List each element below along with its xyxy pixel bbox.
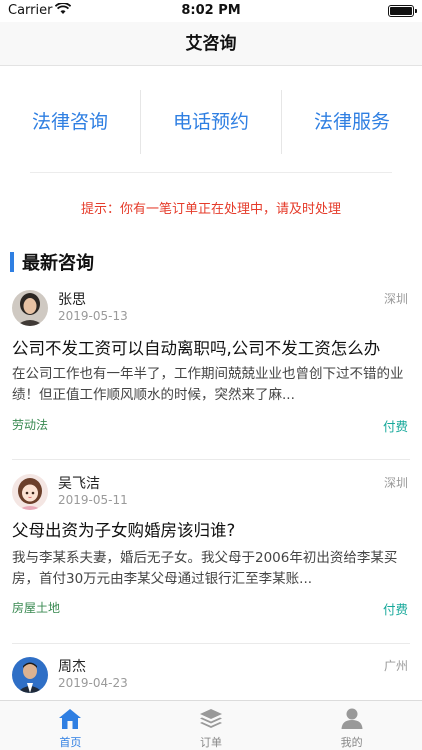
tab-orders[interactable]: 订单 [141, 701, 282, 750]
section-title: 最新咨询 [22, 253, 94, 274]
tab-bar: 首页 订单 我的 [0, 700, 422, 750]
post-date: 2019-05-13 [58, 309, 128, 323]
navigation-bar: 艾咨询 [0, 22, 422, 66]
tab-home[interactable]: 首页 [0, 701, 141, 750]
consultation-description: 我与李某系夫妻，婚后无子女。我父母于2006年初出资给李某买房，首付30万元由李… [12, 550, 398, 587]
tab-label: 我的 [340, 736, 363, 749]
category-tag: 房屋土地 [12, 601, 61, 615]
user-icon [341, 708, 363, 729]
avatar [12, 290, 48, 326]
home-icon [59, 709, 82, 729]
order-notice[interactable]: 提示：你有一笔订单正在处理中，请及时处理 [0, 198, 422, 217]
consultation-title: 公司不发工资可以自动离职吗,公司不发工资怎么办 [12, 339, 381, 358]
category-tag: 劳动法 [12, 418, 49, 432]
battery-icon [388, 5, 417, 17]
tab-label: 订单 [200, 736, 222, 749]
consultation-card[interactable]: 吴飞洁 2019-05-11 深圳 父母出资为子女购婚房该归谁? 我与李某系夫妻… [0, 471, 422, 644]
avatar [12, 474, 48, 510]
tab-profile[interactable]: 我的 [281, 701, 422, 750]
user-name: 吴飞洁 [58, 476, 100, 492]
menu-legal-services[interactable]: 法律服务 [282, 90, 422, 154]
card-divider [12, 643, 410, 644]
city-label: 广州 [383, 659, 408, 673]
layers-icon [200, 709, 222, 728]
page-title: 艾咨询 [185, 34, 237, 54]
fee-badge: 付费 [382, 419, 408, 434]
post-date: 2019-05-11 [58, 493, 128, 507]
status-bar: Carrier 8:02 PM [0, 0, 422, 22]
top-menu: 法律咨询 电话预约 法律服务 [0, 90, 422, 154]
post-date: 2019-04-23 [58, 676, 128, 690]
tab-label: 首页 [59, 736, 82, 749]
city-label: 深圳 [383, 292, 408, 306]
consultation-card[interactable]: 张思 2019-05-13 深圳 公司不发工资可以自动离职吗,公司不发工资怎么办… [0, 287, 422, 460]
card-divider [12, 459, 410, 460]
clock: 8:02 PM [181, 3, 241, 18]
menu-phone-appointment[interactable]: 电话预约 [141, 90, 281, 154]
section-accent-bar [10, 252, 14, 272]
fee-badge: 付费 [382, 602, 408, 617]
user-name: 张思 [58, 292, 86, 308]
consultation-card[interactable]: 周杰 2019-04-23 广州 [0, 655, 422, 700]
consultation-description: 在公司工作也有一年半了，工作期间兢兢业业也曾创下过不错的业绩！但正值工作顺风顺水… [12, 366, 404, 403]
consultation-title: 父母出资为子女购婚房该归谁? [12, 521, 236, 540]
city-label: 深圳 [383, 476, 408, 490]
avatar [12, 657, 48, 693]
menu-underline [30, 172, 392, 173]
menu-legal-consultation[interactable]: 法律咨询 [0, 90, 140, 154]
section-header: 最新咨询 [10, 250, 94, 274]
user-name: 周杰 [58, 659, 86, 675]
